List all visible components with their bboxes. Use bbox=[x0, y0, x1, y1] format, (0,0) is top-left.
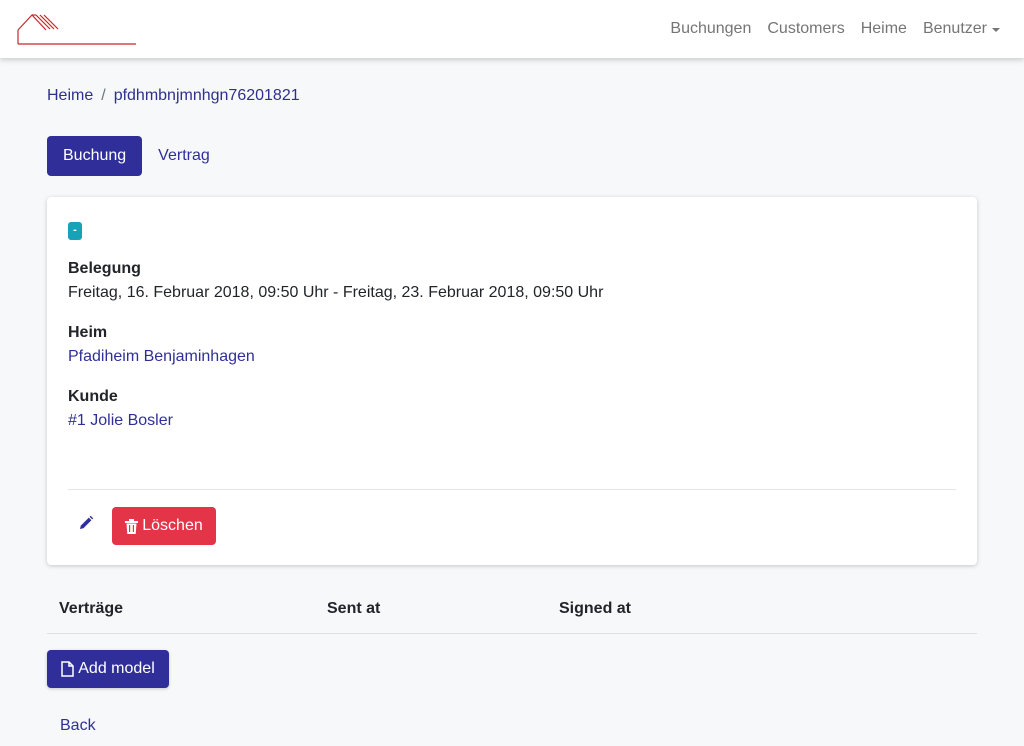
heim-link[interactable]: Pfadiheim Benjaminhagen bbox=[68, 348, 255, 366]
heim-label: Heim bbox=[68, 324, 108, 341]
breadcrumb-link-heime[interactable]: Heime bbox=[47, 87, 93, 105]
breadcrumb-current: pfdhmbnjmnhgn76201821 bbox=[113, 87, 300, 104]
delete-button-label: Löschen bbox=[142, 517, 203, 534]
nav-dropdown-label: Benutzer bbox=[922, 20, 987, 37]
booking-card: - Belegung Freitag, 16. Februar 2018, 09… bbox=[47, 197, 977, 565]
pencil-icon bbox=[80, 515, 94, 529]
status-badge: - bbox=[68, 222, 82, 240]
back-link[interactable]: Back bbox=[60, 717, 96, 735]
breadcrumb-separator: / bbox=[101, 87, 106, 104]
contracts-table-header: Verträge Sent at Signed at bbox=[47, 590, 977, 634]
column-header-signed-at: Signed at bbox=[559, 600, 632, 617]
kunde-link[interactable]: #1 Jolie Bosler bbox=[68, 412, 173, 430]
belegung-label: Belegung bbox=[68, 260, 141, 277]
breadcrumb: Heime / pfdhmbnjmnhgn76201821 bbox=[47, 87, 300, 105]
nav-dropdown-benutzer[interactable]: Benutzer bbox=[923, 20, 1000, 38]
tab-vertrag[interactable]: Vertrag bbox=[142, 136, 226, 176]
trash-icon bbox=[125, 518, 139, 534]
top-navbar: Buchungen Customers Heime Benutzer bbox=[0, 0, 1024, 58]
nav-links: Buchungen Customers Heime Benutzer bbox=[654, 0, 1000, 58]
column-header-vertraege: Verträge bbox=[59, 600, 124, 617]
tab-bar: Buchung Vertrag bbox=[47, 136, 226, 176]
add-model-label: Add model bbox=[78, 660, 155, 677]
delete-button[interactable]: Löschen bbox=[112, 507, 216, 545]
belegung-value: Freitag, 16. Februar 2018, 09:50 Uhr - F… bbox=[68, 284, 604, 301]
tab-buchung[interactable]: Buchung bbox=[47, 136, 143, 176]
add-model-button[interactable]: Add model bbox=[47, 650, 169, 688]
kunde-label: Kunde bbox=[68, 388, 118, 405]
nav-link-customers[interactable]: Customers bbox=[767, 20, 844, 38]
nav-link-buchungen[interactable]: Buchungen bbox=[670, 20, 751, 38]
edit-button[interactable] bbox=[78, 515, 96, 533]
file-icon bbox=[61, 661, 74, 677]
nav-link-heime[interactable]: Heime bbox=[861, 20, 907, 38]
card-divider bbox=[68, 489, 956, 490]
house-roof-logo[interactable] bbox=[16, 12, 138, 46]
caret-down-icon bbox=[992, 28, 1000, 32]
column-header-sent-at: Sent at bbox=[327, 600, 381, 617]
